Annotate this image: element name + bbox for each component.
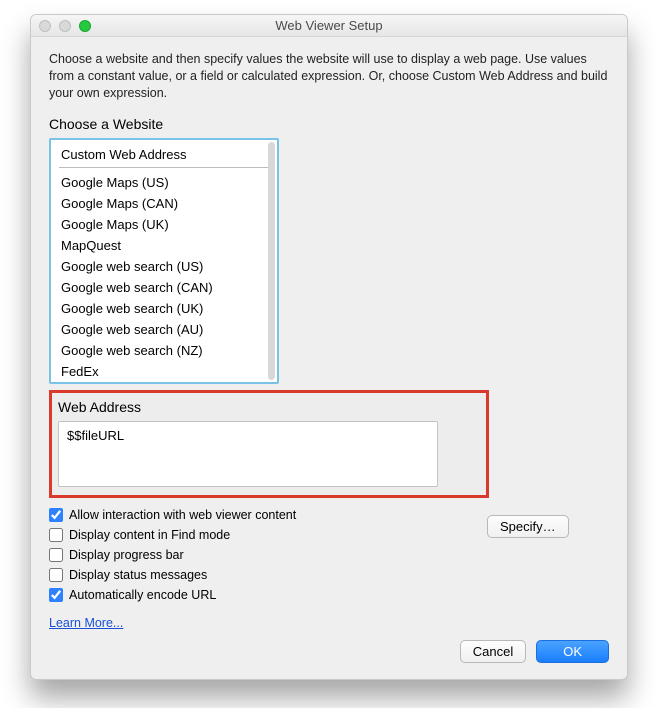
website-option[interactable]: Google web search (UK) — [59, 298, 269, 319]
option-auto-encode[interactable]: Automatically encode URL — [49, 588, 609, 602]
checkbox-display-progress[interactable] — [49, 548, 63, 562]
option-label: Automatically encode URL — [69, 588, 216, 602]
scrollbar[interactable] — [268, 142, 275, 380]
window-title: Web Viewer Setup — [31, 18, 627, 33]
close-window-icon[interactable] — [39, 20, 51, 32]
web-address-section: Web Address — [49, 390, 489, 498]
checkbox-display-status[interactable] — [49, 568, 63, 582]
website-option[interactable]: FedEx — [59, 361, 269, 382]
option-label: Display content in Find mode — [69, 528, 230, 542]
ok-button[interactable]: OK — [536, 640, 609, 663]
website-option[interactable]: Google web search (NZ) — [59, 340, 269, 361]
checkbox-auto-encode[interactable] — [49, 588, 63, 602]
website-option[interactable]: MapQuest — [59, 235, 269, 256]
specify-button[interactable]: Specify… — [487, 515, 569, 538]
zoom-window-icon[interactable] — [79, 20, 91, 32]
dialog-content: Choose a website and then specify values… — [31, 37, 627, 679]
choose-website-label: Choose a Website — [49, 116, 609, 132]
website-option[interactable]: Custom Web Address — [59, 144, 269, 165]
traffic-lights — [39, 20, 91, 32]
option-label: Display progress bar — [69, 548, 184, 562]
option-label: Allow interaction with web viewer conten… — [69, 508, 296, 522]
checkbox-display-find[interactable] — [49, 528, 63, 542]
website-list-items: Custom Web Address Google Maps (US) Goog… — [51, 140, 277, 384]
website-option[interactable]: Google web search (CAN) — [59, 277, 269, 298]
web-address-input[interactable] — [58, 421, 438, 487]
website-option[interactable]: Wikipedia — [59, 382, 269, 384]
website-option[interactable]: Google web search (US) — [59, 256, 269, 277]
website-option[interactable]: Google Maps (US) — [59, 172, 269, 193]
checkbox-allow-interaction[interactable] — [49, 508, 63, 522]
website-option[interactable]: Google Maps (UK) — [59, 214, 269, 235]
learn-more-link[interactable]: Learn More... — [49, 616, 609, 630]
cancel-button[interactable]: Cancel — [460, 640, 526, 663]
website-option[interactable]: Google Maps (CAN) — [59, 193, 269, 214]
list-divider — [59, 167, 269, 168]
option-label: Display status messages — [69, 568, 207, 582]
dialog-window: Web Viewer Setup Choose a website and th… — [30, 14, 628, 680]
web-address-label: Web Address — [58, 399, 480, 415]
intro-text: Choose a website and then specify values… — [49, 51, 609, 102]
option-display-status[interactable]: Display status messages — [49, 568, 609, 582]
minimize-window-icon[interactable] — [59, 20, 71, 32]
dialog-footer: Cancel OK — [49, 640, 609, 663]
website-list[interactable]: Custom Web Address Google Maps (US) Goog… — [49, 138, 279, 384]
titlebar: Web Viewer Setup — [31, 15, 627, 37]
website-option[interactable]: Google web search (AU) — [59, 319, 269, 340]
option-display-progress[interactable]: Display progress bar — [49, 548, 609, 562]
